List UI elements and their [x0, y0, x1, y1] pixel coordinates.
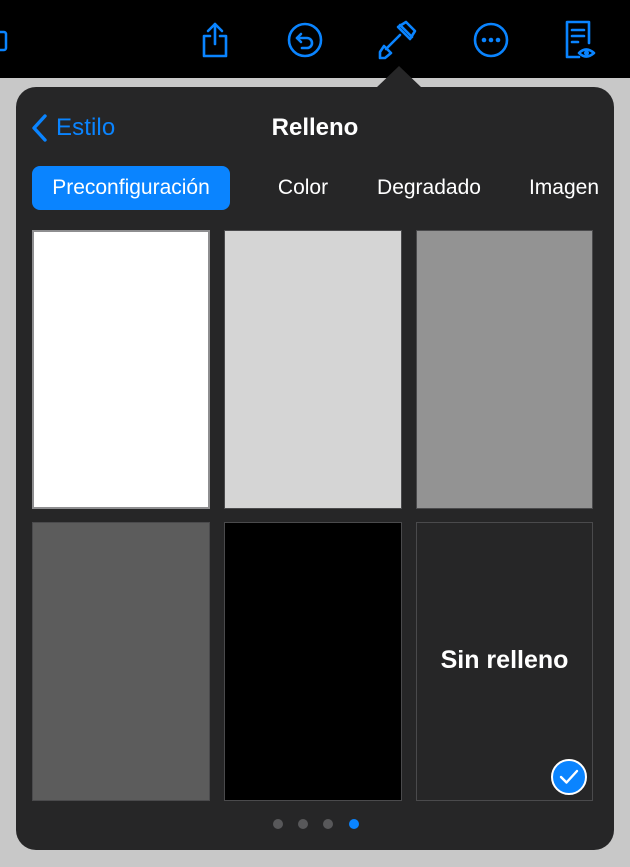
- page-dot-2[interactable]: [298, 819, 308, 829]
- popover-arrow: [376, 66, 422, 88]
- checkmark-icon: [551, 759, 587, 795]
- tab-color[interactable]: Color: [258, 166, 348, 210]
- tab-preset[interactable]: Preconfiguración: [32, 166, 230, 210]
- swatch-medium-gray[interactable]: [416, 230, 593, 509]
- swatch-white[interactable]: [32, 230, 210, 509]
- more-icon[interactable]: [468, 17, 514, 63]
- tab-gradient[interactable]: Degradado: [362, 166, 496, 210]
- share-icon[interactable]: [192, 17, 238, 63]
- tab-image[interactable]: Imagen: [518, 166, 610, 210]
- partial-icon: [0, 30, 8, 52]
- no-fill-label: Sin relleno: [440, 646, 569, 674]
- page-indicator: [271, 819, 361, 831]
- swatch-no-fill[interactable]: Sin relleno: [416, 522, 593, 801]
- reading-view-icon[interactable]: [556, 17, 602, 63]
- format-brush-icon[interactable]: [375, 17, 421, 63]
- page-dot-1[interactable]: [273, 819, 283, 829]
- toolbar: [0, 0, 630, 78]
- swatch-black[interactable]: [224, 522, 402, 801]
- swatch-light-gray[interactable]: [224, 230, 402, 509]
- fill-popover: Estilo Relleno Preconfiguración Color De…: [16, 87, 614, 850]
- page-dot-3[interactable]: [323, 819, 333, 829]
- swatch-dark-gray[interactable]: [32, 522, 210, 801]
- popover-title: Relleno: [271, 114, 359, 141]
- page-dot-4[interactable]: [349, 819, 359, 829]
- undo-icon[interactable]: [282, 17, 328, 63]
